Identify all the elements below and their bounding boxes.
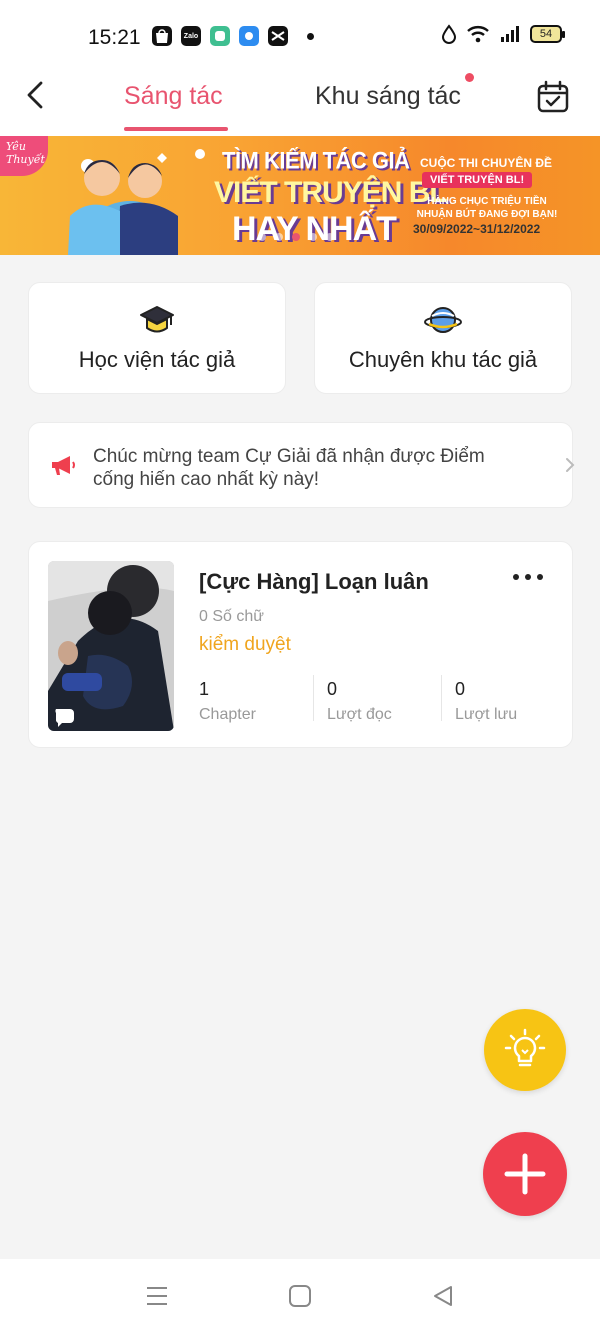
back-arrow-icon[interactable] — [22, 80, 52, 110]
banner-headline-3: HAY NHẤT — [232, 210, 397, 248]
banner-dot[interactable] — [258, 233, 266, 241]
banner-prize: HÀNG CHỤC TRIỆU TIỀN NHUẬN BÚT ĐANG ĐỢI … — [416, 196, 558, 220]
author-zone-label: Chuyên khu tác giả — [348, 347, 538, 372]
battery-icon: 54 — [530, 25, 565, 43]
promo-banner[interactable]: Yêu Thuyết TÌM KIẾM TÁC GIẢ VIẾT TRUYỆN … — [0, 136, 600, 255]
banner-contest-tag: VIẾT TRUYỆN BL! — [422, 172, 533, 188]
story-card[interactable]: [Cực Hàng] Loạn luân 0 Số chữ kiểm duyệt… — [28, 541, 573, 748]
announcement-bar[interactable]: Chúc mừng team Cự Giải đã nhận được Điểm… — [28, 422, 575, 508]
menu-icon[interactable] — [145, 1284, 169, 1308]
more-options-icon[interactable] — [511, 567, 545, 587]
tab-compose-area[interactable]: Khu sáng tác — [315, 82, 461, 111]
megaphone-icon — [52, 456, 75, 475]
stat-label: Lượt lưu — [455, 706, 518, 723]
green-app-icon — [210, 26, 230, 46]
story-cover-image[interactable] — [48, 561, 174, 731]
shopee-icon — [152, 26, 172, 46]
stat-value: 0 — [455, 679, 466, 699]
banner-contest-title: CUỘC THI CHUYÊN ĐỀ — [420, 156, 553, 170]
stat-value: 1 — [199, 679, 210, 699]
capcut-icon — [268, 26, 288, 46]
banner-pagination — [258, 233, 334, 241]
chevron-right-icon — [566, 458, 575, 472]
banner-illustration — [68, 149, 205, 255]
blue-app-icon — [239, 26, 259, 46]
banner-headline-1: TÌM KIẾM TÁC GIẢ — [222, 146, 410, 174]
author-academy-label: Học viện tác giả — [78, 347, 236, 372]
banner-dot[interactable] — [275, 233, 283, 241]
banner-dot-active[interactable] — [292, 233, 300, 241]
back-triangle-icon[interactable] — [431, 1284, 455, 1308]
author-zone-card[interactable]: Chuyên khu tác giả — [314, 282, 572, 394]
notification-dot — [465, 73, 474, 82]
story-status-badge: kiểm duyệt — [199, 634, 291, 655]
wifi-icon — [467, 26, 489, 43]
graduation-cap-icon — [140, 306, 174, 333]
tab-compose[interactable]: Sáng tác — [124, 82, 223, 111]
system-icons: 54 — [442, 24, 565, 44]
stat-value: 0 — [327, 679, 338, 699]
stat-divider — [313, 675, 314, 721]
top-header: Sáng tác Khu sáng tác — [0, 70, 600, 136]
add-story-button[interactable] — [483, 1132, 567, 1216]
notification-icons: Zalo — [152, 26, 314, 46]
announcement-text: Chúc mừng team Cự Giải đã nhận được Điểm… — [93, 446, 485, 490]
active-tab-indicator — [124, 127, 228, 131]
stat-chapters: 1 Chapter — [199, 679, 256, 723]
status-time: 15:21 — [88, 26, 141, 49]
signal-icon — [501, 26, 519, 42]
stat-divider — [441, 675, 442, 721]
banner-dot[interactable] — [309, 233, 317, 241]
author-academy-card[interactable]: Học viện tác giả — [28, 282, 286, 394]
zalo-icon: Zalo — [181, 26, 201, 46]
stat-saves: 0 Lượt lưu — [455, 679, 517, 723]
data-saver-icon — [442, 24, 456, 44]
stat-reads: 0 Lượt đọc — [327, 679, 392, 723]
banner-dot[interactable] — [326, 233, 334, 241]
story-title[interactable]: [Cực Hàng] Loạn luân — [199, 569, 429, 595]
planet-icon — [424, 307, 462, 333]
idea-button[interactable] — [484, 1009, 566, 1091]
plus-icon — [504, 1153, 546, 1195]
lightbulb-icon — [504, 1028, 546, 1067]
story-word-count: 0 Số chữ — [199, 608, 264, 625]
more-notifications-dot — [307, 32, 314, 40]
status-bar: 15:21 Zalo 54 — [0, 0, 600, 70]
calendar-check-icon[interactable] — [536, 80, 570, 114]
system-nav-bar — [0, 1259, 600, 1333]
banner-dates: 30/09/2022~31/12/2022 — [413, 222, 541, 236]
stat-label: Chapter — [199, 706, 256, 723]
home-icon[interactable] — [288, 1284, 312, 1308]
stat-label: Lượt đọc — [327, 706, 392, 723]
